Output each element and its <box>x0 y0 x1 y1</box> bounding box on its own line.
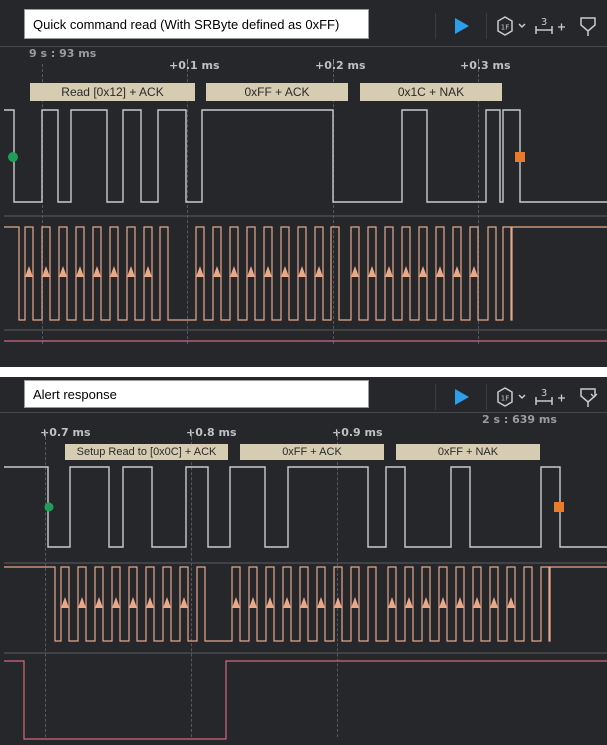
clock-edge-arrow <box>112 597 120 608</box>
clock-edge-arrow <box>213 266 221 277</box>
clock-edge-arrow <box>249 597 257 608</box>
clock-edge-arrow <box>436 266 444 277</box>
clock-edge-arrow <box>196 266 204 277</box>
start-marker <box>8 152 18 162</box>
start-marker <box>44 502 54 512</box>
clock-edge-arrow <box>453 266 461 277</box>
clock-edge-arrow <box>281 266 289 277</box>
clock-edge-arrow <box>385 266 393 277</box>
clock-edge-arrow <box>42 266 50 277</box>
channel-3 <box>4 660 607 740</box>
clock-edge-arrow <box>298 266 306 277</box>
clock-edge-arrow <box>95 597 103 608</box>
clock-edge-arrow <box>247 266 255 277</box>
clock-edge-arrow <box>25 266 33 277</box>
clock-edge-arrow <box>230 266 238 277</box>
clock-edge-arrow <box>180 597 188 608</box>
clock-edge-arrow <box>405 597 413 608</box>
scl-channel <box>4 226 607 331</box>
clock-edge-arrow <box>129 597 137 608</box>
clock-edge-arrow <box>61 597 69 608</box>
clock-edge-arrow <box>110 266 118 277</box>
channel3-trace <box>4 660 607 740</box>
clock-edge-arrow <box>59 266 67 277</box>
clock-edge-arrow <box>351 266 359 277</box>
stop-marker <box>515 152 525 162</box>
clock-edge-arrow <box>334 597 342 608</box>
clock-edge-arrow <box>507 597 515 608</box>
clock-edge-arrow <box>315 266 323 277</box>
waveform-area <box>4 466 607 740</box>
waveform-area <box>4 109 607 342</box>
clock-edge-arrow <box>300 597 308 608</box>
clock-edge-arrow <box>283 597 291 608</box>
clock-edge-arrow <box>76 266 84 277</box>
clock-edge-arrow <box>388 597 396 608</box>
clock-edge-arrow <box>232 597 240 608</box>
stop-marker <box>554 502 564 512</box>
scl-channel <box>4 566 607 654</box>
clock-edge-arrow <box>163 597 171 608</box>
clock-edge-arrow <box>266 597 274 608</box>
clock-edge-arrow <box>456 597 464 608</box>
clock-edge-arrow <box>473 597 481 608</box>
clock-edge-arrow <box>93 266 101 277</box>
clock-edge-arrow <box>127 266 135 277</box>
sda-channel <box>4 109 607 217</box>
clock-edge-arrow <box>470 266 478 277</box>
clock-edge-arrow <box>422 597 430 608</box>
capture-panel-2: Alert response 1F 3 2 s: 639 ms +0.7 ms… <box>0 377 607 745</box>
sda-channel <box>4 466 607 564</box>
clock-edge-arrow <box>490 597 498 608</box>
clock-edge-arrow <box>402 266 410 277</box>
sda-trace <box>4 466 607 548</box>
clock-edge-arrow <box>419 266 427 277</box>
clock-edge-arrow <box>439 597 447 608</box>
clock-edge-arrow <box>144 266 152 277</box>
clock-edge-arrow <box>78 597 86 608</box>
clock-edge-arrow <box>317 597 325 608</box>
clock-edge-arrow <box>351 597 359 608</box>
capture-panel-1: Quick command read (With SRByte defined … <box>0 0 607 367</box>
clock-edge-arrow <box>146 597 154 608</box>
clock-edge-arrow <box>264 266 272 277</box>
clock-edge-arrow <box>368 266 376 277</box>
